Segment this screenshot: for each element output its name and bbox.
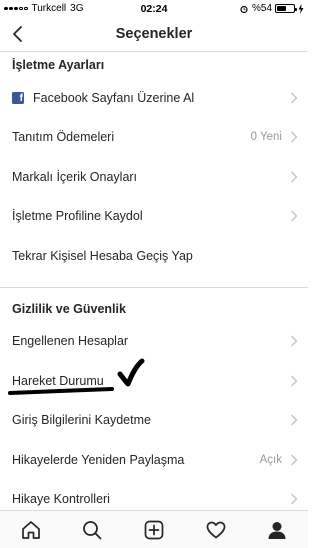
tab-new-post[interactable] <box>134 514 174 546</box>
new-post-icon <box>144 520 164 539</box>
activity-heart-icon <box>206 521 225 538</box>
tab-search[interactable] <box>72 514 112 546</box>
profile-icon <box>268 521 286 539</box>
tab-activity[interactable] <box>196 514 236 546</box>
section-header-business: İşletme Ayarları <box>12 58 105 72</box>
battery-percent: %54 <box>251 3 272 14</box>
list-item-business-profile[interactable]: İşletme Profiline Kaydol <box>0 197 308 237</box>
status-bar: Turkcell 3G 02:24 %54 <box>0 0 308 18</box>
charging-icon <box>298 3 304 14</box>
nav-bar: Seçenekler <box>0 18 308 52</box>
list-item-facebook-page[interactable]: f Facebook Sayfanı Üzerine Al <box>0 78 308 118</box>
list-item-switch-personal[interactable]: Tekrar Kişisel Hesaba Geçiş Yap <box>0 236 308 276</box>
chevron-right-icon <box>290 171 298 183</box>
list-item-label: Hareket Durumu <box>12 373 104 388</box>
list-item-label: İşletme Profiline Kaydol <box>12 209 143 224</box>
chevron-right-icon <box>290 454 298 466</box>
list-item-label: Tekrar Kişisel Hesaba Geçiş Yap <box>12 248 193 263</box>
list-item-label: Markalı İçerik Onayları <box>12 169 138 184</box>
chevron-right-icon <box>290 210 298 222</box>
list-item-blocked-accounts[interactable]: Engellenen Hesaplar <box>0 322 308 362</box>
list-item-promotion-payments[interactable]: Tanıtım Ödemeleri 0 Yeni <box>0 118 308 158</box>
list-item-story-controls[interactable]: Hikaye Kontrolleri <box>0 480 308 511</box>
list-item-activity-status[interactable]: Hareket Durumu <box>0 361 308 401</box>
battery-icon <box>275 4 297 13</box>
list-item-label: Tanıtım Ödemeleri <box>12 130 115 145</box>
chevron-right-icon <box>290 92 298 104</box>
list-item-label: Hikaye Kontrolleri <box>12 492 110 507</box>
home-icon <box>21 520 40 539</box>
tab-home[interactable] <box>11 514 51 546</box>
status-right: %54 <box>239 3 304 14</box>
search-icon <box>83 520 102 539</box>
settings-list: İşletme Ayarları f Facebook Sayfanı Üzer… <box>0 52 308 510</box>
section-header-privacy: Gizlilik ve Güvenlik <box>12 301 126 316</box>
chevron-right-icon <box>290 335 298 347</box>
list-item-value: Açık <box>259 453 282 466</box>
chevron-right-icon <box>290 414 298 426</box>
list-item-label: Facebook Sayfanı Üzerine Al <box>33 90 195 105</box>
chevron-right-icon <box>290 493 298 505</box>
list-item-value: 0 Yeni <box>250 131 282 144</box>
page-title: Seçenekler <box>115 26 193 42</box>
list-item-label: Engellenen Hesaplar <box>12 334 129 349</box>
alarm-icon <box>240 5 248 13</box>
section-divider <box>0 276 308 288</box>
list-item-label: Hikayelerde Yeniden Paylaşma <box>12 452 185 467</box>
tab-bar <box>0 510 308 548</box>
list-item-label: Giriş Bilgilerini Kaydetme <box>12 413 151 428</box>
chevron-right-icon <box>290 375 298 387</box>
list-item-story-resharing[interactable]: Hikayelerde Yeniden Paylaşma Açık <box>0 440 308 480</box>
list-item-save-login[interactable]: Giriş Bilgilerini Kaydetme <box>0 401 308 441</box>
tab-profile[interactable] <box>257 514 297 546</box>
chevron-right-icon <box>290 131 298 143</box>
list-item-branded-content[interactable]: Markalı İçerik Onayları <box>0 157 308 197</box>
facebook-icon: f <box>12 91 24 104</box>
